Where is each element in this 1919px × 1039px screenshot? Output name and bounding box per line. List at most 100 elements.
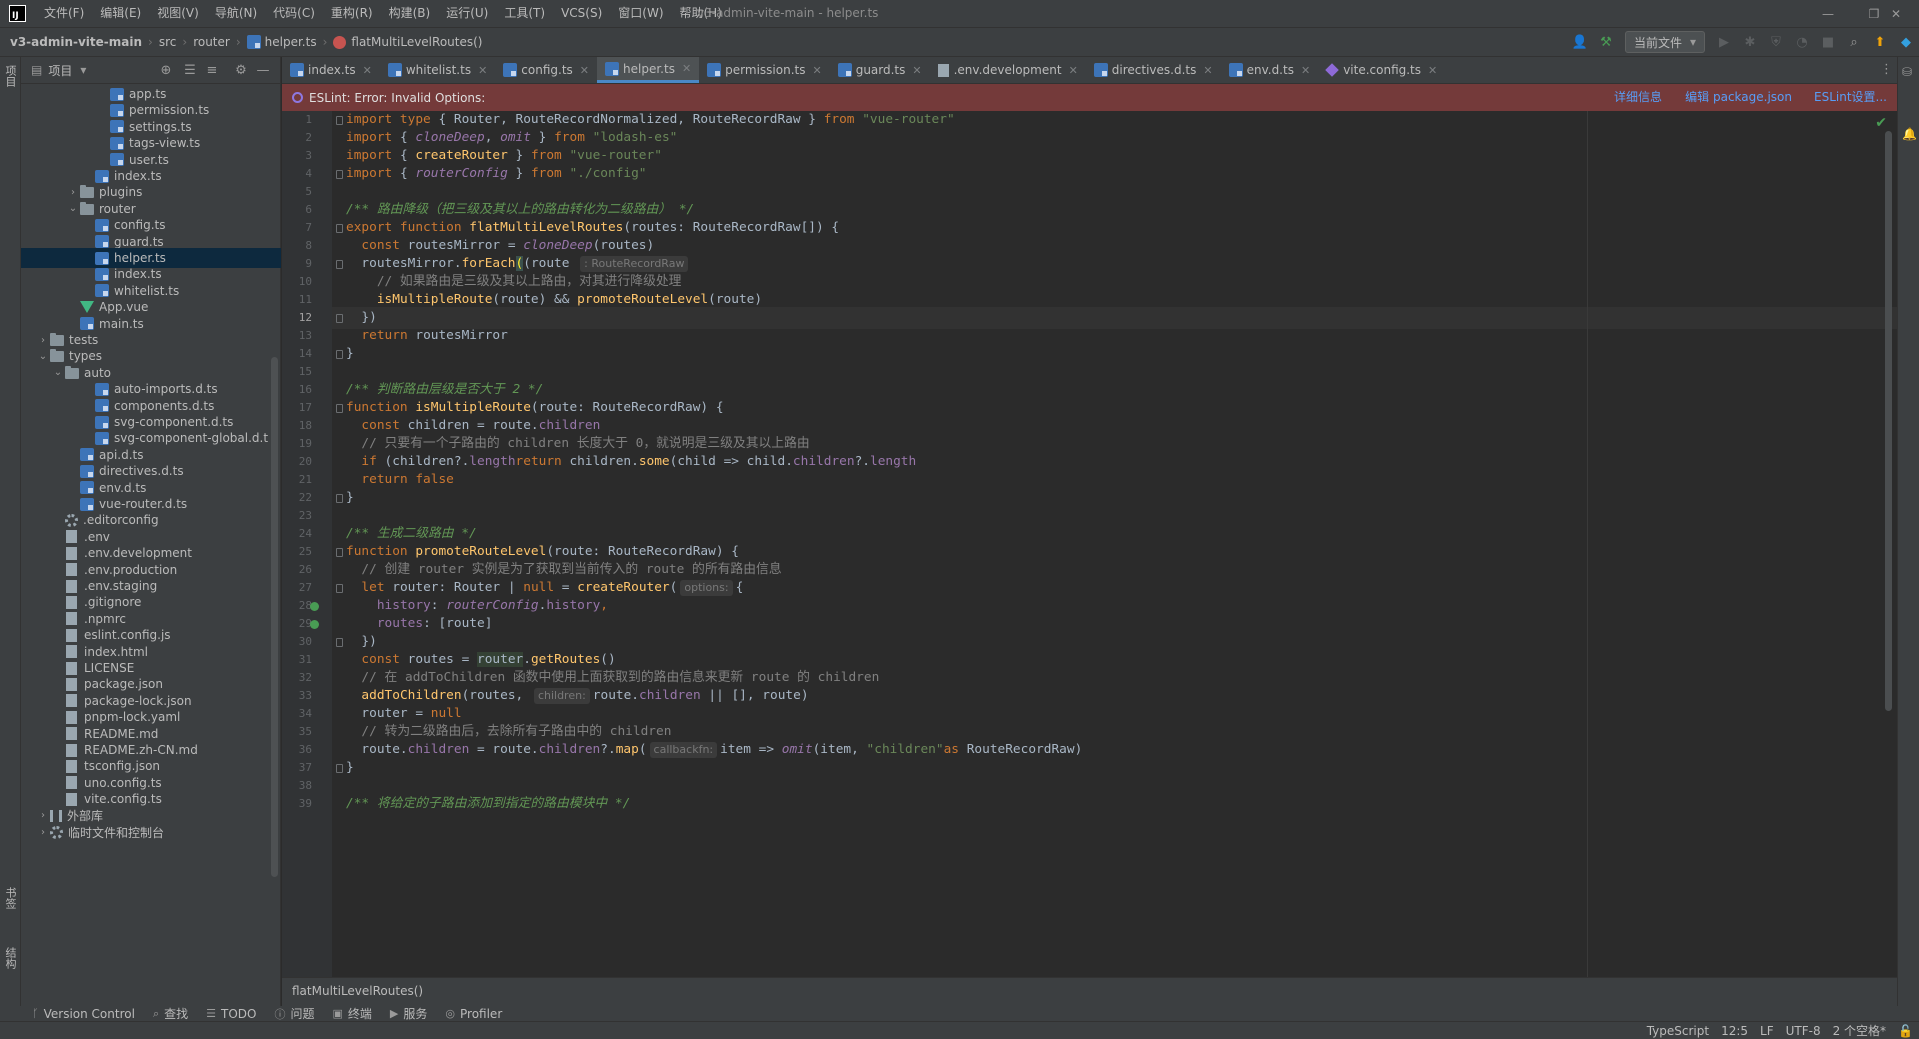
locate-file-icon[interactable]: ⊕ (156, 60, 176, 80)
editor-tab[interactable]: helper.ts ✕ (597, 57, 700, 83)
fold-marker-icon[interactable] (336, 260, 343, 269)
menu-item[interactable]: 构建(B) (381, 0, 439, 27)
fold-marker-icon[interactable] (336, 548, 343, 557)
user-icon[interactable]: 👤 (1568, 30, 1592, 54)
tool-window-button[interactable]: ⌕ 查找 (153, 1005, 188, 1022)
editor-tab[interactable]: guard.ts ✕ (830, 57, 930, 83)
expand-all-icon[interactable]: ☰ (180, 60, 200, 80)
editor-breadcrumb[interactable]: flatMultiLevelRoutes() (282, 977, 1897, 1006)
menu-item[interactable]: 重构(R) (323, 0, 381, 27)
fold-marker-icon[interactable] (336, 350, 343, 359)
fold-marker-icon[interactable] (336, 170, 343, 179)
editor-tab[interactable]: directives.d.ts ✕ (1086, 57, 1221, 83)
menu-item[interactable]: 运行(U) (438, 0, 496, 27)
chevron-down-icon[interactable]: ⌄ (66, 203, 80, 214)
minimize-icon[interactable]: — (1805, 0, 1851, 27)
tool-window-button[interactable]: ▣ 终端 (332, 1005, 371, 1022)
structure-tool-button[interactable]: 结构 (2, 947, 18, 969)
build-hammer-icon[interactable]: ⚒ (1594, 30, 1618, 54)
editor-tab[interactable]: index.ts ✕ (282, 57, 380, 83)
project-scrollbar[interactable] (271, 357, 278, 877)
close-tab-icon[interactable]: ✕ (812, 64, 821, 77)
code-editor[interactable]: 1 2 3 4 5 6 7 8 9 10 11 12 13 14 15 16 17 18 19 20 21 22 23 24 2… (282, 111, 1897, 977)
eslint-settings-link[interactable]: ESLint设置... (1814, 84, 1887, 111)
chevron-right-icon[interactable]: › (66, 187, 80, 198)
property-marker-icon[interactable] (310, 602, 319, 611)
fold-marker-icon[interactable] (336, 116, 343, 125)
lock-icon[interactable]: 🔓 (1898, 1024, 1913, 1038)
menu-item[interactable]: 工具(T) (496, 0, 553, 27)
menu-item[interactable]: 文件(F) (36, 0, 92, 27)
notifications-bell-icon[interactable]: 🔔 (1902, 127, 1917, 141)
menu-item[interactable]: VCS(S) (553, 0, 610, 27)
editor-tab[interactable]: .env.development ✕ (930, 57, 1086, 83)
collapse-all-icon[interactable]: ≡ (202, 60, 222, 80)
close-tab-icon[interactable]: ✕ (1203, 64, 1212, 77)
menu-item[interactable]: 编辑(E) (92, 0, 149, 27)
jetbrains-toolbox-icon[interactable]: ◆ (1894, 30, 1918, 54)
breadcrumb-router[interactable]: router (193, 35, 230, 49)
breadcrumb-src[interactable]: src (159, 35, 177, 49)
close-tab-icon[interactable]: ✕ (580, 64, 589, 77)
project-tool-button[interactable]: 项目 (2, 65, 18, 87)
bookmarks-tool-button[interactable]: 书签 (2, 887, 18, 909)
settings-gear-icon[interactable]: ⚙ (231, 60, 251, 80)
caret-position[interactable]: 12:5 (1721, 1024, 1748, 1038)
inspection-ok-icon[interactable]: ✔ (1875, 115, 1887, 131)
editor-tab[interactable]: permission.ts ✕ (699, 57, 830, 83)
editor-scrollbar[interactable] (1885, 131, 1892, 711)
intellij-logo-icon[interactable]: IJ (9, 5, 26, 22)
property-marker-icon[interactable] (310, 620, 319, 629)
editor-tab[interactable]: config.ts ✕ (495, 57, 597, 83)
chevron-down-icon[interactable]: ▾ (80, 63, 86, 77)
edit-package-json-link[interactable]: 编辑 package.json (1685, 84, 1792, 111)
indent-setting[interactable]: 2 个空格* (1833, 1022, 1886, 1039)
editor-tab[interactable]: env.d.ts ✕ (1221, 57, 1319, 83)
tree-item[interactable]: › 临时文件和控制台 (21, 822, 281, 842)
hide-panel-icon[interactable]: — (253, 60, 273, 80)
fold-marker-icon[interactable] (336, 584, 343, 593)
close-tab-icon[interactable]: ✕ (1069, 64, 1078, 77)
close-tab-icon[interactable]: ✕ (1301, 64, 1310, 77)
menu-item[interactable]: 窗口(W) (610, 0, 671, 27)
chevron-down-icon[interactable]: ⌄ (51, 367, 65, 378)
close-tab-icon[interactable]: ✕ (363, 64, 372, 77)
fold-marker-icon[interactable] (336, 494, 343, 503)
line-separator[interactable]: LF (1760, 1024, 1774, 1038)
breadcrumb-file[interactable]: helper.ts (246, 35, 317, 49)
fold-marker-icon[interactable] (336, 224, 343, 233)
run-icon[interactable]: ▶ (1712, 30, 1736, 54)
fold-marker-icon[interactable] (336, 638, 343, 647)
menu-item[interactable]: 视图(V) (149, 0, 207, 27)
tool-window-button[interactable]: ◎ Profiler (445, 1007, 502, 1021)
breadcrumb-function[interactable]: flatMultiLevelRoutes() (333, 35, 482, 49)
search-everywhere-icon[interactable]: ⌕ (1842, 30, 1866, 54)
close-tab-icon[interactable]: ✕ (1428, 64, 1437, 77)
fold-marker-icon[interactable] (336, 314, 343, 323)
run-configuration-select[interactable]: 当前文件 ▾ (1624, 31, 1705, 53)
project-view-title[interactable]: 项目 (48, 62, 72, 79)
close-window-icon[interactable]: ✕ (1873, 0, 1919, 27)
chevron-right-icon[interactable]: › (36, 810, 50, 821)
tool-window-button[interactable]: ᚴ Version Control (32, 1007, 135, 1021)
coverage-icon[interactable]: ⛨ (1764, 30, 1788, 54)
profile-icon[interactable]: ◔ (1790, 30, 1814, 54)
stop-icon[interactable]: ■ (1816, 30, 1840, 54)
editor-tab[interactable]: vite.config.ts ✕ (1318, 57, 1445, 83)
details-link[interactable]: 详细信息 (1614, 84, 1662, 111)
file-type-widget[interactable]: TypeScript (1647, 1024, 1709, 1038)
close-tab-icon[interactable]: ✕ (478, 64, 487, 77)
file-encoding[interactable]: UTF-8 (1786, 1024, 1821, 1038)
close-tab-icon[interactable]: ✕ (682, 62, 691, 75)
fold-marker-icon[interactable] (336, 764, 343, 773)
chevron-down-icon[interactable]: ⌄ (36, 351, 50, 362)
more-tabs-icon[interactable]: ⋮ (1880, 62, 1893, 77)
menu-item[interactable]: 代码(C) (265, 0, 323, 27)
tool-window-button[interactable]: ⓘ 问题 (274, 1005, 314, 1022)
update-icon[interactable]: ⬆ (1868, 30, 1892, 54)
database-icon[interactable]: ⛁ (1902, 65, 1912, 79)
menu-item[interactable]: 导航(N) (207, 0, 265, 27)
chevron-right-icon[interactable]: › (36, 335, 50, 346)
line-number-gutter[interactable]: 1 2 3 4 5 6 7 8 9 10 11 12 13 14 15 16 17 18 19 20 21 22 23 24 2… (282, 111, 332, 977)
breadcrumb-project[interactable]: v3-admin-vite-main (10, 35, 142, 49)
